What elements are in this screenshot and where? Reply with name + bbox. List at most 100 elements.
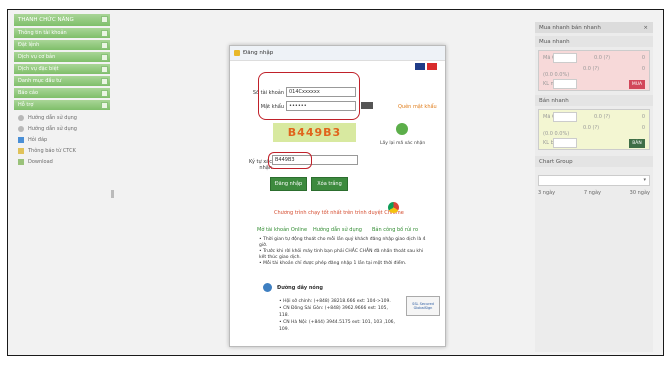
buy-code-input[interactable]	[553, 53, 577, 63]
close-icon[interactable]: ×	[643, 25, 648, 31]
keyboard-icon[interactable]	[361, 102, 373, 109]
download-icon	[18, 158, 24, 165]
login-button[interactable]: Đăng nhập	[270, 177, 307, 191]
hotline-icon	[263, 283, 272, 292]
range-30-days[interactable]: 30 ngày	[630, 190, 650, 196]
hotline-item: • CN Đông Sài Gòn: (+848) 3962.9666 ext:…	[279, 306, 388, 318]
note-text: Mỗi tài khoản chỉ được phép đăng nhập 1 …	[263, 261, 407, 266]
password-label: Mật khẩu	[260, 104, 284, 110]
sidebar-item-label: Đặt lệnh	[18, 42, 40, 48]
refresh-captcha-icon[interactable]	[396, 123, 408, 135]
collapse-icon[interactable]	[101, 102, 108, 109]
notice-icon	[18, 147, 24, 154]
captcha-value: B449B3	[275, 157, 295, 163]
sidebar-header[interactable]: THANH CHỨC NĂNG	[14, 14, 110, 26]
sidebar-sub-label: Hướng dẫn sử dụng	[28, 125, 77, 132]
sidebar-item-report[interactable]: Báo cáo	[14, 88, 110, 98]
expand-icon[interactable]	[101, 30, 108, 37]
ssl-badge: SSL Secured GlobalSign	[406, 296, 440, 316]
hotline-text: CN Đông Sài Gòn: (+848) 3962.9666 ext: 1…	[279, 306, 388, 318]
sidebar-sub-guide[interactable]: Hướng dẫn sử dụng	[14, 112, 110, 123]
login-dialog-title: Đăng nhập	[243, 50, 274, 56]
sell-price: 0.0 (?)	[594, 114, 611, 120]
chart-group-select[interactable]: ▾	[538, 175, 650, 186]
sell-code-input[interactable]	[553, 112, 577, 122]
sell-price-2: 0.0 (?)	[583, 125, 600, 131]
buy-value-2: 0	[641, 66, 645, 72]
sidebar-item-order[interactable]: Đặt lệnh	[14, 40, 110, 50]
sell-button[interactable]: BÁN	[629, 139, 645, 148]
sidebar-item-portfolio[interactable]: Danh mục đầu tư	[14, 76, 110, 86]
right-sidebar: Mua nhanh bán nhanh × Mua nhanh Mã CK 0.0 …	[535, 22, 653, 352]
left-sidebar: THANH CHỨC NĂNG Thông tin tài khoản Đặt …	[14, 14, 110, 350]
note-item: • Thời gian tự động thoát cho mỗi lần qu…	[259, 237, 426, 248]
refresh-captcha-label[interactable]: Lấy lại mã xác nhận	[380, 141, 425, 146]
english-flag-icon[interactable]	[415, 63, 425, 70]
collapse-icon[interactable]	[101, 16, 108, 23]
captcha-input[interactable]: B449B3	[272, 155, 358, 165]
buy-qty-input[interactable]	[553, 79, 577, 89]
hotline-title: Đường dây nóng	[277, 285, 323, 291]
sidebar-item-account[interactable]: Thông tin tài khoản	[14, 28, 110, 38]
help-icon	[18, 114, 24, 121]
sidebar-item-label: Dịch vụ đặc biệt	[18, 66, 59, 72]
sidebar-sub-faq[interactable]: Hỏi đáp	[14, 134, 110, 145]
chrome-icon	[388, 202, 399, 213]
buy-price-2: 0.0 (?)	[583, 66, 600, 72]
sidebar-item-special[interactable]: Dịch vụ đặc biệt	[14, 64, 110, 74]
range-7-days[interactable]: 7 ngày	[584, 190, 601, 196]
quick-trade-title: Mua nhanh bán nhanh	[539, 24, 601, 31]
risk-disclosure-link[interactable]: Bản công bố rủi ro	[372, 227, 418, 233]
vietnam-flag-icon[interactable]	[427, 63, 437, 70]
buy-price: 0.0 (?)	[594, 55, 611, 61]
chart-ranges: 3 ngày 7 ngày 30 ngày	[538, 190, 650, 196]
sidebar-sub-label: Thông báo từ CTCK	[28, 147, 76, 154]
hotline-item: • Hội sở chính: (+848) 38218.666 ext: 10…	[279, 299, 391, 304]
captcha-label: Ký tự xác nhận	[249, 159, 272, 171]
sidebar-sub-download[interactable]: Download	[14, 156, 110, 167]
expand-icon[interactable]	[101, 78, 108, 85]
expand-icon[interactable]	[101, 54, 108, 61]
chrome-note: Chương trình chạy tốt nhất trên trình du…	[274, 210, 404, 216]
forgot-password-link[interactable]: Quên mật khẩu	[398, 104, 437, 110]
sidebar-item-label: Danh mục đầu tư	[18, 78, 62, 84]
range-3-days[interactable]: 3 ngày	[538, 190, 555, 196]
quick-trade-header: Mua nhanh bán nhanh ×	[535, 22, 653, 33]
sidebar-sub-label: Hướng dẫn sử dụng	[28, 114, 77, 121]
note-text: Trước khi rời khỏi máy tính bạn phải CHẮ…	[259, 249, 424, 260]
chart-group-label: Chart Group	[539, 158, 573, 165]
expand-icon[interactable]	[101, 90, 108, 97]
sidebar-item-label: Thông tin tài khoản	[18, 30, 67, 36]
login-dialog-header: Đăng nhập	[230, 46, 445, 61]
account-input[interactable]: 014Cxxxxxx	[286, 87, 356, 97]
sidebar-header-label: THANH CHỨC NĂNG	[18, 17, 74, 23]
open-account-link[interactable]: Mở tài khoản Online	[257, 227, 307, 233]
sidebar-item-basic[interactable]: Dịch vụ cơ bản	[14, 52, 110, 62]
sidebar-sub-guide-2[interactable]: Hướng dẫn sử dụng	[14, 123, 110, 134]
clear-button[interactable]: Xóa trắng	[311, 177, 348, 191]
buy-header-label: Mua nhanh	[539, 38, 570, 45]
note-item: • Trước khi rời khỏi máy tính bạn phải C…	[259, 249, 424, 260]
sidebar-splitter[interactable]	[111, 190, 114, 198]
notes-list: • Thời gian tự động thoát cho mỗi lần qu…	[259, 237, 429, 267]
sidebar-sub-label: Hỏi đáp	[28, 136, 48, 143]
captcha-image: B449B3	[273, 123, 356, 142]
sell-header-label: Bán nhanh	[539, 97, 569, 104]
expand-icon[interactable]	[101, 66, 108, 73]
sidebar-item-label: Hỗ trợ	[18, 102, 34, 108]
password-input[interactable]: ••••••	[286, 101, 356, 111]
sidebar-sub-label: Download	[28, 158, 53, 165]
account-value: 014Cxxxxxx	[289, 89, 320, 95]
expand-icon[interactable]	[101, 42, 108, 49]
buy-value: 0	[641, 55, 645, 61]
buy-button[interactable]: MUA	[629, 80, 645, 89]
ssl-badge-text: SSL Secured GlobalSign	[412, 302, 434, 310]
chart-group-header: Chart Group	[535, 156, 653, 167]
clear-button-label: Xóa trắng	[317, 181, 342, 187]
note-text: Thời gian tự động thoát cho mỗi lần quý …	[259, 237, 426, 248]
sell-qty-input[interactable]	[553, 138, 577, 148]
sidebar-item-support[interactable]: Hỗ trợ	[14, 100, 110, 110]
sidebar-sub-notice[interactable]: Thông báo từ CTCK	[14, 145, 110, 156]
sidebar-item-label: Dịch vụ cơ bản	[18, 54, 56, 60]
user-guide-link[interactable]: Hướng dẫn sử dụng	[313, 227, 362, 233]
